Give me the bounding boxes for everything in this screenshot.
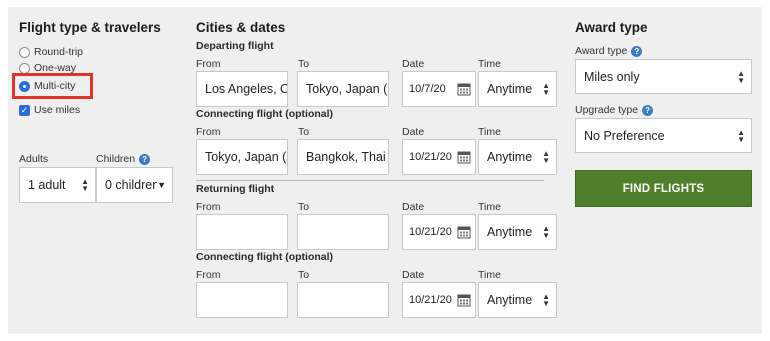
date-value: 10/21/20 [409, 294, 452, 306]
award-type-title: Award type [575, 20, 648, 35]
segment-title: Returning flight [196, 183, 275, 195]
award-type-value: Miles only [584, 69, 640, 84]
time-value: Anytime [487, 293, 533, 307]
date-label: Date [402, 58, 425, 70]
time-label: Time [478, 269, 501, 281]
radio-round-trip[interactable]: Round-trip [19, 46, 83, 58]
segment-title: Connecting flight (optional) [196, 108, 334, 120]
from-label: From [196, 126, 221, 138]
from-value: Tokyo, Japan ( [205, 150, 287, 164]
time-value: Anytime [487, 225, 533, 239]
from-input[interactable]: Tokyo, Japan ( [196, 139, 288, 175]
date-input[interactable]: 10/21/20 [402, 139, 476, 175]
use-miles-checkbox[interactable]: ✓ Use miles [19, 104, 80, 116]
updown-arrows-icon: ▲ ▼ [542, 81, 550, 97]
to-input[interactable]: Bangkok, Thai [297, 139, 389, 175]
to-label: To [298, 201, 310, 213]
date-label: Date [402, 126, 425, 138]
date-label: Date [402, 201, 425, 213]
date-input[interactable]: 10/7/20 [402, 71, 476, 107]
date-value: 10/21/20 [409, 226, 452, 238]
to-label: To [298, 269, 310, 281]
from-value: Los Angeles, C [205, 82, 287, 96]
upgrade-type-value: No Preference [584, 128, 665, 143]
award-type-label: Award type [575, 45, 628, 57]
adults-label: Adults [19, 153, 49, 165]
from-input[interactable] [196, 282, 288, 318]
to-value: Bangkok, Thai [306, 150, 386, 164]
time-value: Anytime [487, 82, 533, 96]
help-icon[interactable]: ? [642, 104, 654, 116]
calendar-icon[interactable] [457, 225, 471, 239]
to-label: To [298, 58, 310, 70]
use-miles-label: Use miles [34, 104, 81, 116]
calendar-icon[interactable] [457, 82, 471, 96]
radio-icon [19, 62, 30, 74]
help-icon[interactable]: ? [139, 153, 151, 165]
time-select[interactable]: Anytime ▲ ▼ [478, 139, 557, 175]
updown-arrows-icon: ▲ ▼ [542, 292, 550, 308]
highlight-box [12, 73, 93, 99]
time-select[interactable]: Anytime ▲ ▼ [478, 282, 557, 318]
to-input[interactable] [297, 214, 389, 250]
adults-value: 1 adult [28, 178, 66, 192]
date-value: 10/21/20 [409, 151, 452, 163]
radio-round-trip-label: Round-trip [34, 46, 84, 58]
calendar-icon[interactable] [457, 293, 471, 307]
segment-title: Connecting flight (optional) [196, 251, 334, 263]
from-input[interactable]: Los Angeles, C [196, 71, 288, 107]
to-value: Tokyo, Japan ( [306, 82, 388, 96]
updown-arrows-icon: ▲ ▼ [737, 68, 745, 85]
updown-arrows-icon: ▲ ▼ [542, 224, 550, 240]
time-label: Time [478, 126, 501, 138]
time-value: Anytime [487, 150, 533, 164]
updown-arrows-icon: ▲ ▼ [81, 177, 89, 193]
segment-title: Departing flight [196, 40, 274, 52]
children-label: Children [96, 153, 136, 165]
date-value: 10/7/20 [409, 83, 446, 95]
flight-type-title: Flight type & travelers [19, 20, 161, 35]
to-input[interactable] [297, 282, 389, 318]
updown-arrows-icon: ▲ ▼ [737, 127, 745, 144]
to-label: To [298, 126, 310, 138]
time-select[interactable]: Anytime ▲ ▼ [478, 214, 557, 250]
checkmark-icon: ✓ [19, 104, 30, 116]
from-label: From [196, 58, 221, 70]
updown-arrows-icon: ▲ ▼ [542, 149, 550, 165]
award-type-label-wrap: Award type? [575, 45, 643, 57]
time-select[interactable]: Anytime ▲ ▼ [478, 71, 557, 107]
from-label: From [196, 201, 221, 213]
from-input[interactable] [196, 214, 288, 250]
award-type-select[interactable]: Miles only ▲ ▼ [575, 59, 752, 94]
time-label: Time [478, 201, 501, 213]
divider [196, 180, 544, 181]
date-input[interactable]: 10/21/20 [402, 282, 476, 318]
upgrade-type-select[interactable]: No Preference ▲ ▼ [575, 118, 752, 153]
radio-icon [19, 46, 30, 58]
children-value: 0 children [105, 178, 158, 192]
cities-dates-title: Cities & dates [196, 20, 286, 35]
help-icon[interactable]: ? [631, 45, 643, 57]
calendar-icon[interactable] [457, 150, 471, 164]
time-label: Time [478, 58, 501, 70]
upgrade-type-label-wrap: Upgrade type? [575, 104, 654, 116]
date-label: Date [402, 269, 425, 281]
children-label-wrap: Children? [96, 153, 151, 165]
find-flights-button[interactable]: FIND FLIGHTS [575, 170, 752, 207]
adults-select[interactable]: 1 adult ▲ ▼ [19, 167, 96, 203]
from-label: From [196, 269, 221, 281]
upgrade-type-label: Upgrade type [575, 104, 639, 116]
to-input[interactable]: Tokyo, Japan ( [297, 71, 389, 107]
chevron-down-icon: ▼ [157, 180, 166, 190]
date-input[interactable]: 10/21/20 [402, 214, 476, 250]
children-select[interactable]: 0 children ▼ [96, 167, 173, 203]
